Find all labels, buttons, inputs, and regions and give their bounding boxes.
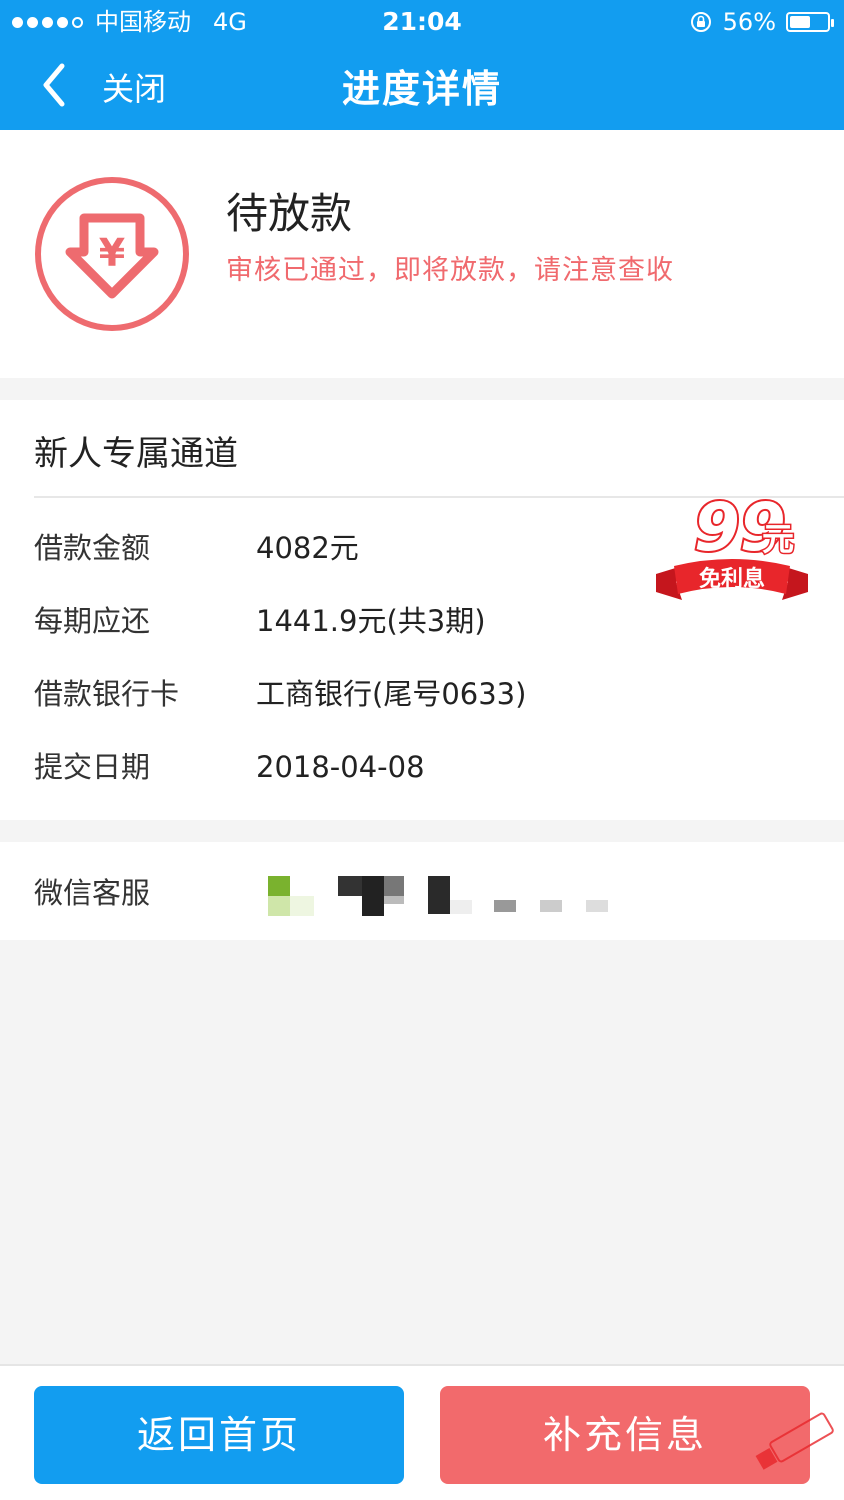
status-subtitle: 审核已通过，即将放款，请注意查收 xyxy=(226,255,674,286)
battery-percent: 56% xyxy=(722,8,776,36)
page-title: 进度详情 xyxy=(341,67,502,111)
row-label: 借款银行卡 xyxy=(34,677,180,711)
status-right: 56% xyxy=(689,0,834,44)
row-value: 2018-04-08 xyxy=(256,750,425,784)
row-value: 工商银行(尾号0633) xyxy=(256,677,527,711)
yen-down-arrow-icon: ¥ xyxy=(35,177,189,331)
badge-text: 免利息 xyxy=(699,566,765,592)
nav-bar: 关闭 进度详情 xyxy=(0,44,844,130)
loan-status-card: ¥ 待放款 审核已通过，即将放款，请注意查收 xyxy=(0,130,844,378)
badge-unit: 元 xyxy=(762,520,794,558)
community-watermark-logo xyxy=(755,1412,834,1470)
row-label: 提交日期 xyxy=(34,750,151,784)
rotation-lock-icon xyxy=(690,12,711,32)
status-title: 待放款 xyxy=(226,189,353,238)
pixelated-wechat-id xyxy=(268,876,608,916)
status-bar: 中国移动 4G 21:04 56% xyxy=(0,0,844,44)
wechat-label: 微信客服 xyxy=(34,876,151,910)
wechat-service-row[interactable]: 微信客服 xyxy=(0,842,844,940)
bottom-action-bar: 返回首页 补充信息 xyxy=(0,1364,844,1500)
row-value: 1441.9元(共3期) xyxy=(256,604,486,638)
row-value: 4082元 xyxy=(256,531,359,565)
row-label: 借款金额 xyxy=(34,531,151,565)
loan-detail-card: 新人专属通道 99 元 免利息 借款金额 4082元 每期应还 1441.9元(… xyxy=(0,400,844,820)
back-to-home-button[interactable]: 返回首页 xyxy=(34,1386,404,1484)
section-title: 新人专属通道 xyxy=(34,434,238,474)
row-label: 每期应还 xyxy=(34,604,151,638)
battery-icon xyxy=(786,12,834,32)
interest-free-badge: 99 元 免利息 xyxy=(656,487,808,600)
svg-text:¥: ¥ xyxy=(99,231,125,275)
header: 中国移动 4G 21:04 56% 关闭 进度详情 xyxy=(0,0,844,130)
